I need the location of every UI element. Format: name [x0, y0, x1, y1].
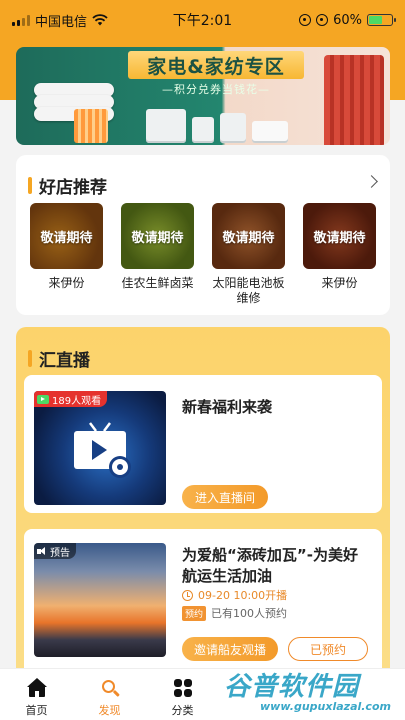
- invite-button[interactable]: 邀请船友观播: [182, 637, 278, 661]
- curtain-image: [324, 55, 384, 145]
- live-start-time: 09-20 10:00开播: [182, 587, 287, 603]
- shop-overlay-text: 敬请期待: [222, 230, 275, 246]
- tab-category[interactable]: 分类: [146, 669, 219, 720]
- shop-thumbnail: 敬请期待: [303, 203, 376, 269]
- live-card-title: 新春福利来袭: [182, 398, 273, 416]
- speaker-icon: [37, 546, 47, 556]
- live-thumbnail: 预告: [34, 543, 166, 657]
- appliance-image: [192, 117, 214, 143]
- shop-thumbnail: 敬请期待: [30, 203, 103, 269]
- viewers-count: 189人观看: [52, 395, 102, 407]
- tv-icon: [74, 422, 131, 478]
- start-time-text: 09-20 10:00开播: [198, 589, 288, 602]
- shops-section: 好店推荐 敬请期待 来伊份 敬请期待 佳农生鲜卤菜 敬请期待 太阳能电池板维修: [16, 155, 390, 315]
- tab-label: 首页: [25, 704, 48, 717]
- shop-name: 太阳能电池板维修: [212, 276, 285, 305]
- signal-icon: [12, 14, 30, 26]
- live-thumbnail: 189人观看: [34, 391, 166, 505]
- battery-icon: [367, 14, 396, 26]
- section-accent-bar: [28, 177, 32, 194]
- viewers-badge: 189人观看: [34, 391, 108, 407]
- tab-discover[interactable]: 发现: [73, 669, 146, 720]
- site-watermark: 谷普软件园 www.gupuxlazal.com: [220, 666, 405, 720]
- shop-overlay-text: 敬请期待: [313, 230, 366, 246]
- shop-card[interactable]: 敬请期待 来伊份: [303, 203, 376, 306]
- tab-home[interactable]: 首页: [0, 669, 73, 720]
- enter-live-button[interactable]: 进入直播间: [182, 485, 268, 509]
- appliance-image: [252, 121, 288, 143]
- shops-title: 好店推荐: [39, 178, 107, 198]
- home-icon: [26, 678, 47, 698]
- chevron-right-icon[interactable]: [365, 175, 378, 188]
- shop-name: 来伊份: [321, 276, 358, 290]
- carrier-label: 中国电信: [35, 14, 88, 30]
- reservation-info: 预约 已有100人预约: [182, 605, 287, 621]
- live-card[interactable]: 189人观看 新春福利来袭 进入直播间: [24, 375, 382, 513]
- shop-overlay-text: 敬请期待: [40, 230, 93, 246]
- shop-card[interactable]: 敬请期待 佳农生鲜卤菜: [121, 203, 194, 306]
- preview-badge: 预告: [34, 543, 76, 559]
- shop-name: 佳农生鲜卤菜: [121, 276, 194, 290]
- wifi-icon: [92, 14, 108, 26]
- alarm-icon: [316, 14, 329, 26]
- banner-title: 家电&家纺专区: [128, 51, 304, 79]
- location-icon: [299, 14, 312, 26]
- shop-name: 来伊份: [48, 276, 85, 290]
- live-card-title: 为爱船“添砖加瓦”-为美好航运生活加油: [182, 546, 358, 585]
- shop-thumbnail: 敬请期待: [212, 203, 285, 269]
- shop-card[interactable]: 敬请期待 来伊份: [30, 203, 103, 306]
- shops-header: 好店推荐: [28, 173, 107, 198]
- live-section: 汇直播 189人观看 新春福利来袭 进入直播间 预告 为爱船“添砖加瓦”-为美好…: [16, 327, 390, 720]
- reserved-button[interactable]: 已预约: [288, 637, 368, 661]
- live-header: 汇直播: [28, 346, 90, 371]
- appliance-image: [146, 109, 186, 143]
- live-play-icon: [37, 394, 49, 404]
- tab-label: 分类: [171, 704, 194, 717]
- promo-banner[interactable]: 家电&家纺专区 —积分兑券当钱花—: [16, 47, 390, 145]
- tab-label: 发现: [98, 704, 121, 717]
- shop-overlay-text: 敬请期待: [131, 230, 184, 246]
- shop-card[interactable]: 敬请期待 太阳能电池板维修: [212, 203, 285, 306]
- appliance-image: [220, 113, 246, 143]
- reserve-tag: 预约: [182, 605, 207, 621]
- live-title: 汇直播: [39, 351, 90, 371]
- category-grid-icon: [173, 678, 193, 698]
- watermark-text: 谷普软件园: [224, 672, 360, 702]
- section-accent-bar: [28, 350, 32, 367]
- reserved-count: 已有100人预约: [211, 607, 288, 620]
- battery-percent: 60%: [333, 12, 362, 28]
- search-icon: [100, 678, 120, 698]
- preview-label: 预告: [50, 547, 70, 559]
- clock-icon: [182, 589, 193, 601]
- status-bar: 中国电信 下午2:01 60%: [0, 0, 405, 40]
- shop-thumbnail: 敬请期待: [121, 203, 194, 269]
- banner-subtitle: —积分兑券当钱花—: [162, 83, 270, 96]
- watermark-url: www.gupuxlazal.com: [260, 700, 391, 713]
- heater-image: [74, 109, 108, 143]
